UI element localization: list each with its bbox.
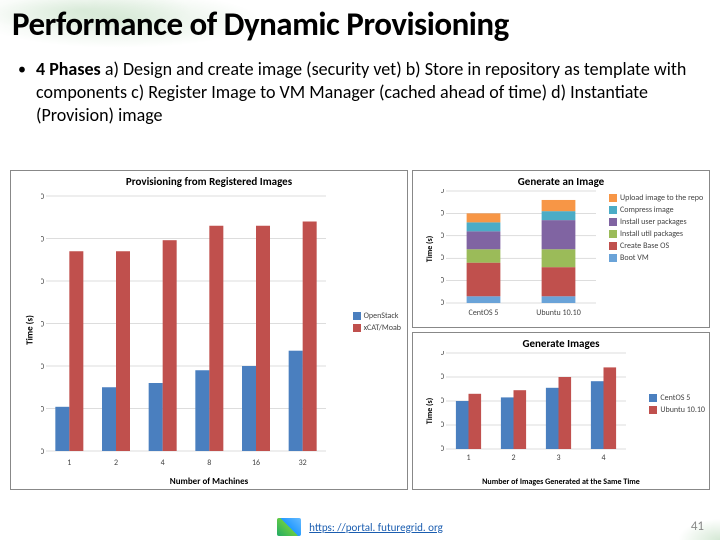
y-axis-label: Time (s) (24, 315, 35, 345)
chart-generate-image: Generate an Image Time (s) 0 100 200 300 400… (412, 170, 710, 328)
svg-text:50: 50 (41, 405, 44, 415)
svg-text:1: 1 (466, 453, 470, 463)
bullet-dot: • (18, 60, 26, 80)
chart-title: Generate Images (413, 337, 709, 350)
legend-label: Install util packages (620, 229, 683, 239)
legend-swatch (649, 394, 657, 402)
legend-label: Boot VM (620, 253, 649, 263)
svg-text:Ubuntu 10.10: Ubuntu 10.10 (536, 308, 581, 318)
legend-item: Ubuntu 10.10 (649, 405, 705, 415)
y-axis-label: Time (s) (425, 236, 435, 262)
svg-text:0: 0 (441, 444, 444, 454)
svg-text:400: 400 (441, 396, 444, 406)
svg-text:150: 150 (41, 320, 44, 330)
page-title: Performance of Dynamic Provisioning (12, 4, 509, 44)
svg-text:16: 16 (252, 458, 260, 468)
legend-label: Create Base OS (620, 241, 669, 251)
legend-swatch (649, 406, 657, 414)
plot-area: 0 100 200 300 400 500 CentOS 5 Ubuntu 10.10 (441, 189, 601, 319)
legend: OpenStack xCAT/Moab (353, 311, 401, 335)
svg-text:100: 100 (41, 362, 44, 372)
portal-link[interactable]: https: //portal. futuregrid. org (309, 521, 443, 534)
legend-label: Compress image (620, 205, 674, 215)
legend-swatch (353, 312, 361, 320)
bullet-label: 4 Phases (36, 58, 101, 80)
legend-swatch (609, 206, 617, 214)
legend-swatch (353, 324, 361, 332)
chart-generate-images: Generate Images Time (s) Number of Image… (412, 332, 710, 490)
legend-item: Install util packages (609, 229, 705, 239)
legend-label: Install user packages (620, 217, 687, 227)
svg-text:2: 2 (511, 453, 515, 463)
svg-text:250: 250 (41, 235, 44, 245)
page-number: 41 (691, 519, 704, 534)
legend-item: OpenStack (353, 311, 401, 321)
svg-text:800: 800 (441, 351, 444, 358)
svg-text:200: 200 (441, 253, 444, 263)
legend-label: OpenStack (364, 311, 399, 321)
chart-provisioning: Provisioning from Registered Images Time… (10, 170, 408, 490)
legend-item: Upload image to the repo (609, 193, 705, 203)
svg-text:600: 600 (441, 372, 444, 382)
bullet-item: • 4 Phases a) Design and create image (s… (18, 58, 702, 127)
svg-text:300: 300 (41, 192, 44, 202)
chart-title: Generate an Image (413, 175, 709, 188)
y-axis-label: Time (s) (425, 398, 435, 424)
svg-text:500: 500 (441, 189, 444, 196)
legend-swatch (609, 194, 617, 202)
svg-text:0: 0 (41, 447, 44, 457)
bullet-text: a) Design and create image (security vet… (36, 58, 686, 126)
legend-item: Install user packages (609, 217, 705, 227)
legend-label: xCAT/Moab (364, 323, 401, 333)
plot-area: 0 50 100 150 200 250 300 1 2 4 8 16 32 (41, 191, 331, 471)
legend-item: xCAT/Moab (353, 323, 401, 333)
legend-label: Upload image to the repo (620, 193, 703, 203)
legend-swatch (609, 218, 617, 226)
legend-item: Compress image (609, 205, 705, 215)
legend-label: CentOS 5 (660, 393, 690, 403)
legend-item: Boot VM (609, 253, 705, 263)
legend-swatch (609, 242, 617, 250)
svg-text:400: 400 (441, 208, 444, 218)
svg-text:200: 200 (441, 420, 444, 430)
legend-label: Ubuntu 10.10 (660, 405, 705, 415)
svg-text:1: 1 (67, 458, 71, 468)
legend: CentOS 5 Ubuntu 10.10 (649, 393, 705, 417)
svg-text:CentOS 5: CentOS 5 (469, 308, 499, 318)
plot-area: 0 200 400 600 800 1 2 3 4 (441, 351, 631, 463)
futuregrid-logo-icon (277, 518, 301, 536)
legend-item: CentOS 5 (649, 393, 705, 403)
svg-text:4: 4 (161, 458, 165, 468)
svg-text:32: 32 (299, 458, 307, 468)
svg-text:3: 3 (556, 453, 560, 463)
x-axis-label: Number of Machines (170, 476, 248, 487)
legend-swatch (609, 254, 617, 262)
x-axis-label: Number of Images Generated at the Same T… (476, 478, 646, 487)
legend-item: Create Base OS (609, 241, 705, 251)
svg-text:8: 8 (207, 458, 211, 468)
legend: Upload image to the repo Compress image … (609, 193, 705, 265)
svg-text:300: 300 (441, 231, 444, 241)
svg-text:200: 200 (41, 277, 44, 287)
legend-swatch (609, 230, 617, 238)
svg-text:2: 2 (114, 458, 118, 468)
chart-title: Provisioning from Registered Images (11, 175, 407, 188)
chart-area: Provisioning from Registered Images Time… (10, 170, 710, 490)
svg-text:0: 0 (441, 298, 444, 308)
svg-text:100: 100 (441, 276, 444, 286)
footer: https: //portal. futuregrid. org (0, 518, 720, 536)
svg-text:4: 4 (601, 453, 605, 463)
